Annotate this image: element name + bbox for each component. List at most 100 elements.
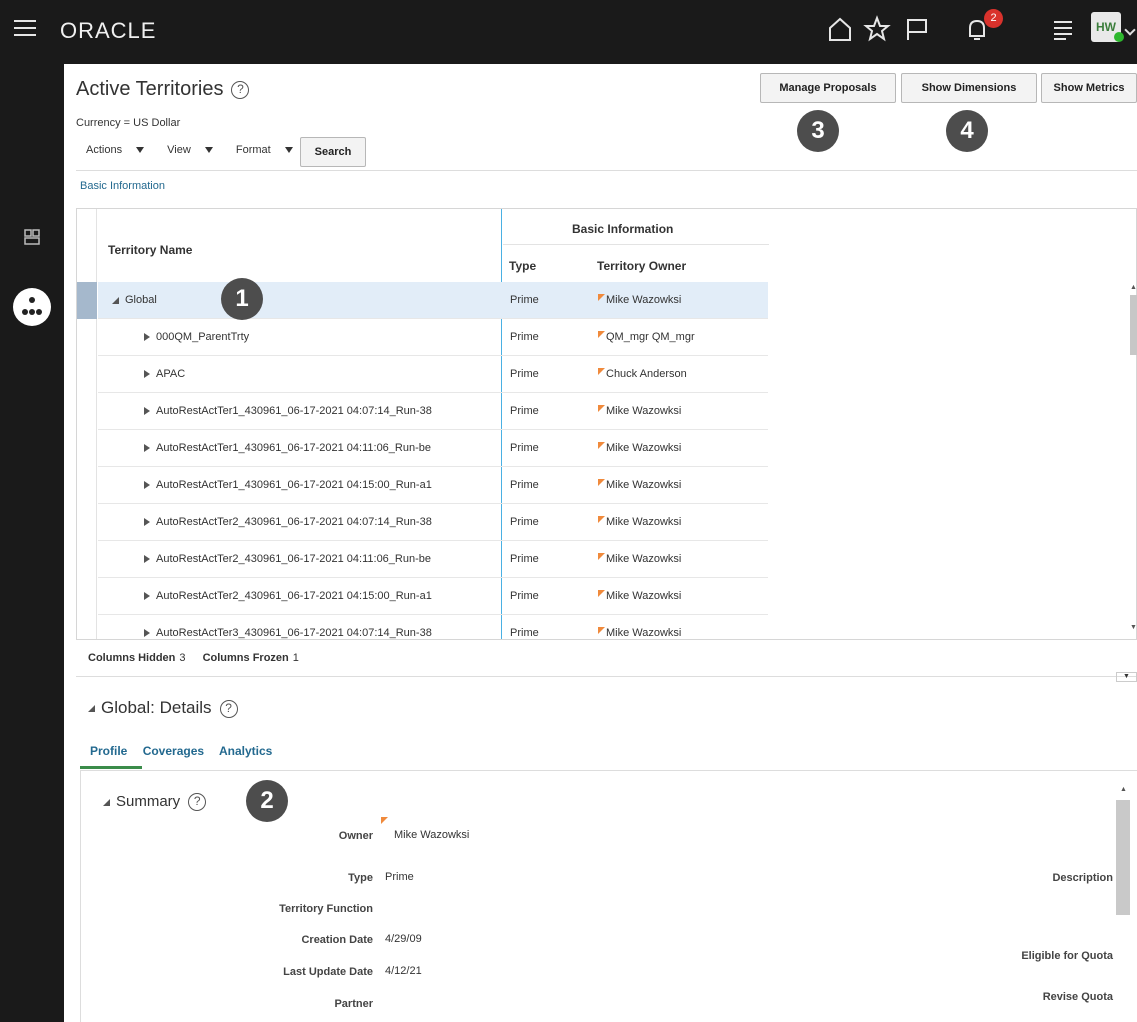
territory-name-cell: AutoRestActTer2_430961_06-17-2021 04:07:… — [144, 516, 432, 528]
table-row[interactable]: AutoRestActTer1_430961_06-17-2021 04:15:… — [98, 467, 768, 504]
active-territories-nav-button[interactable] — [13, 288, 51, 326]
territory-name-cell: AutoRestActTer1_430961_06-17-2021 04:11:… — [144, 442, 431, 454]
owner-cell: Mike Wazowksi — [598, 516, 681, 528]
help-icon[interactable]: ? — [219, 699, 238, 718]
owner-link[interactable]: Chuck Anderson — [606, 368, 687, 380]
revise-quota-label: Revise Quota — [1042, 991, 1113, 1003]
actions-menu[interactable]: Actions — [86, 144, 154, 156]
scroll-up-icon[interactable]: ▲ — [1130, 284, 1137, 291]
table-row[interactable]: AutoRestActTer1_430961_06-17-2021 04:11:… — [98, 430, 768, 467]
settings-list-icon[interactable] — [1048, 14, 1078, 44]
home-icon[interactable] — [825, 14, 855, 44]
divider — [76, 170, 1137, 171]
table-row[interactable]: Global Prime Mike Wazowksi — [98, 282, 768, 319]
collapse-icon[interactable] — [112, 296, 119, 304]
expand-icon[interactable] — [144, 333, 150, 342]
dropdown-arrow-icon — [284, 147, 293, 154]
table-row[interactable]: AutoRestActTer2_430961_06-17-2021 04:07:… — [98, 504, 768, 541]
column-header-territory-name[interactable]: Territory Name — [108, 243, 192, 257]
column-header-territory-owner[interactable]: Territory Owner — [597, 259, 686, 273]
details-tabs: Profile Coverages Analytics — [90, 744, 272, 758]
summary-scrollbar-thumb[interactable] — [1116, 800, 1130, 915]
columns-hidden-count[interactable]: 3 — [179, 652, 185, 664]
territory-name-cell: AutoRestActTer2_430961_06-17-2021 04:11:… — [144, 553, 431, 565]
description-label: Description — [1052, 872, 1113, 884]
owner-flag-icon — [598, 294, 605, 301]
territory-name-cell: AutoRestActTer1_430961_06-17-2021 04:15:… — [144, 479, 432, 491]
splitter-handle-icon[interactable]: ▼ — [1116, 672, 1137, 682]
row-selector-selected[interactable] — [77, 282, 97, 319]
owner-link[interactable]: Mike Wazowksi — [606, 405, 681, 417]
table-row[interactable]: 000QM_ParentTrty Prime QM_mgr QM_mgr — [98, 319, 768, 356]
owner-link[interactable]: Mike Wazowksi — [606, 553, 681, 565]
search-button[interactable]: Search — [300, 137, 366, 167]
table-row[interactable]: APAC Prime Chuck Anderson — [98, 356, 768, 393]
owner-cell: Mike Wazowksi — [598, 442, 681, 454]
owner-link[interactable]: Mike Wazowksi — [606, 294, 681, 306]
table-scrollbar-thumb[interactable] — [1130, 295, 1137, 355]
collapse-icon[interactable] — [88, 705, 95, 713]
view-menu-label: View — [167, 144, 191, 156]
watchlist-flag-icon[interactable] — [902, 14, 932, 44]
tab-coverages[interactable]: Coverages — [143, 744, 204, 758]
owner-link[interactable]: Mike Wazowksi — [606, 442, 681, 454]
type-cell: Prime — [510, 442, 539, 454]
chevron-down-icon[interactable] — [1124, 24, 1136, 36]
view-menu[interactable]: View — [167, 144, 223, 156]
left-rail — [0, 64, 64, 1022]
column-header-type[interactable]: Type — [509, 259, 536, 273]
columns-frozen-count[interactable]: 1 — [293, 652, 299, 664]
owner-flag-icon — [598, 405, 605, 412]
owner-cell: Mike Wazowksi — [598, 294, 681, 306]
expand-icon[interactable] — [144, 407, 150, 416]
page-title-text: Active Territories — [76, 78, 224, 100]
expand-icon[interactable] — [144, 592, 150, 601]
owner-link[interactable]: Mike Wazowksi — [606, 516, 681, 528]
basic-information-link[interactable]: Basic Information — [80, 180, 165, 192]
expand-icon[interactable] — [144, 481, 150, 490]
expand-icon[interactable] — [144, 444, 150, 453]
territory-hierarchy-icon[interactable] — [22, 227, 42, 247]
oracle-logo[interactable]: ORACLE — [60, 18, 156, 44]
territory-function-label: Territory Function — [279, 903, 373, 915]
tab-analytics[interactable]: Analytics — [219, 744, 272, 758]
territory-name-text: APAC — [156, 368, 186, 380]
owner-cell: Mike Wazowksi — [598, 590, 681, 602]
expand-icon[interactable] — [144, 370, 150, 379]
show-dimensions-button[interactable]: Show Dimensions — [901, 73, 1037, 103]
table-row[interactable]: AutoRestActTer2_430961_06-17-2021 04:11:… — [98, 541, 768, 578]
expand-icon[interactable] — [144, 518, 150, 527]
owner-flag-icon — [598, 479, 605, 486]
callout-3: 3 — [797, 110, 839, 152]
active-tab-indicator — [80, 766, 142, 769]
expand-icon[interactable] — [144, 629, 150, 638]
creation-date-value: 4/29/09 — [385, 933, 422, 945]
owner-link[interactable]: Mike Wazowksi — [606, 590, 681, 602]
manage-proposals-button[interactable]: Manage Proposals — [760, 73, 896, 103]
favorites-star-icon[interactable] — [862, 14, 892, 44]
owner-link[interactable]: QM_mgr QM_mgr — [606, 331, 695, 343]
table-row[interactable]: AutoRestActTer1_430961_06-17-2021 04:07:… — [98, 393, 768, 430]
navigator-menu-icon[interactable] — [14, 20, 36, 38]
show-metrics-button[interactable]: Show Metrics — [1041, 73, 1137, 103]
divider — [76, 676, 1137, 677]
collapse-icon[interactable] — [103, 798, 110, 806]
callout-4: 4 — [946, 110, 988, 152]
table-row[interactable]: AutoRestActTer2_430961_06-17-2021 04:15:… — [98, 578, 768, 615]
territory-name-cell: AutoRestActTer1_430961_06-17-2021 04:07:… — [144, 405, 432, 417]
owner-link[interactable]: Mike Wazowksi — [606, 479, 681, 491]
help-icon[interactable]: ? — [231, 80, 250, 99]
format-menu[interactable]: Format — [236, 144, 303, 156]
owner-flag-icon — [598, 627, 605, 634]
scroll-up-icon[interactable]: ▲ — [1120, 786, 1127, 793]
scroll-down-icon[interactable]: ▼ — [1130, 624, 1137, 631]
owner-link[interactable]: Mike Wazowksi — [606, 627, 681, 639]
table-row[interactable]: AutoRestActTer3_430961_06-17-2021 04:07:… — [98, 615, 768, 639]
callout-2: 2 — [246, 780, 288, 822]
help-icon[interactable]: ? — [188, 793, 207, 812]
tab-profile[interactable]: Profile — [90, 744, 127, 758]
type-cell: Prime — [510, 368, 539, 380]
owner-value[interactable]: Mike Wazowksi — [394, 829, 469, 841]
online-status-icon — [1114, 32, 1124, 42]
expand-icon[interactable] — [144, 555, 150, 564]
